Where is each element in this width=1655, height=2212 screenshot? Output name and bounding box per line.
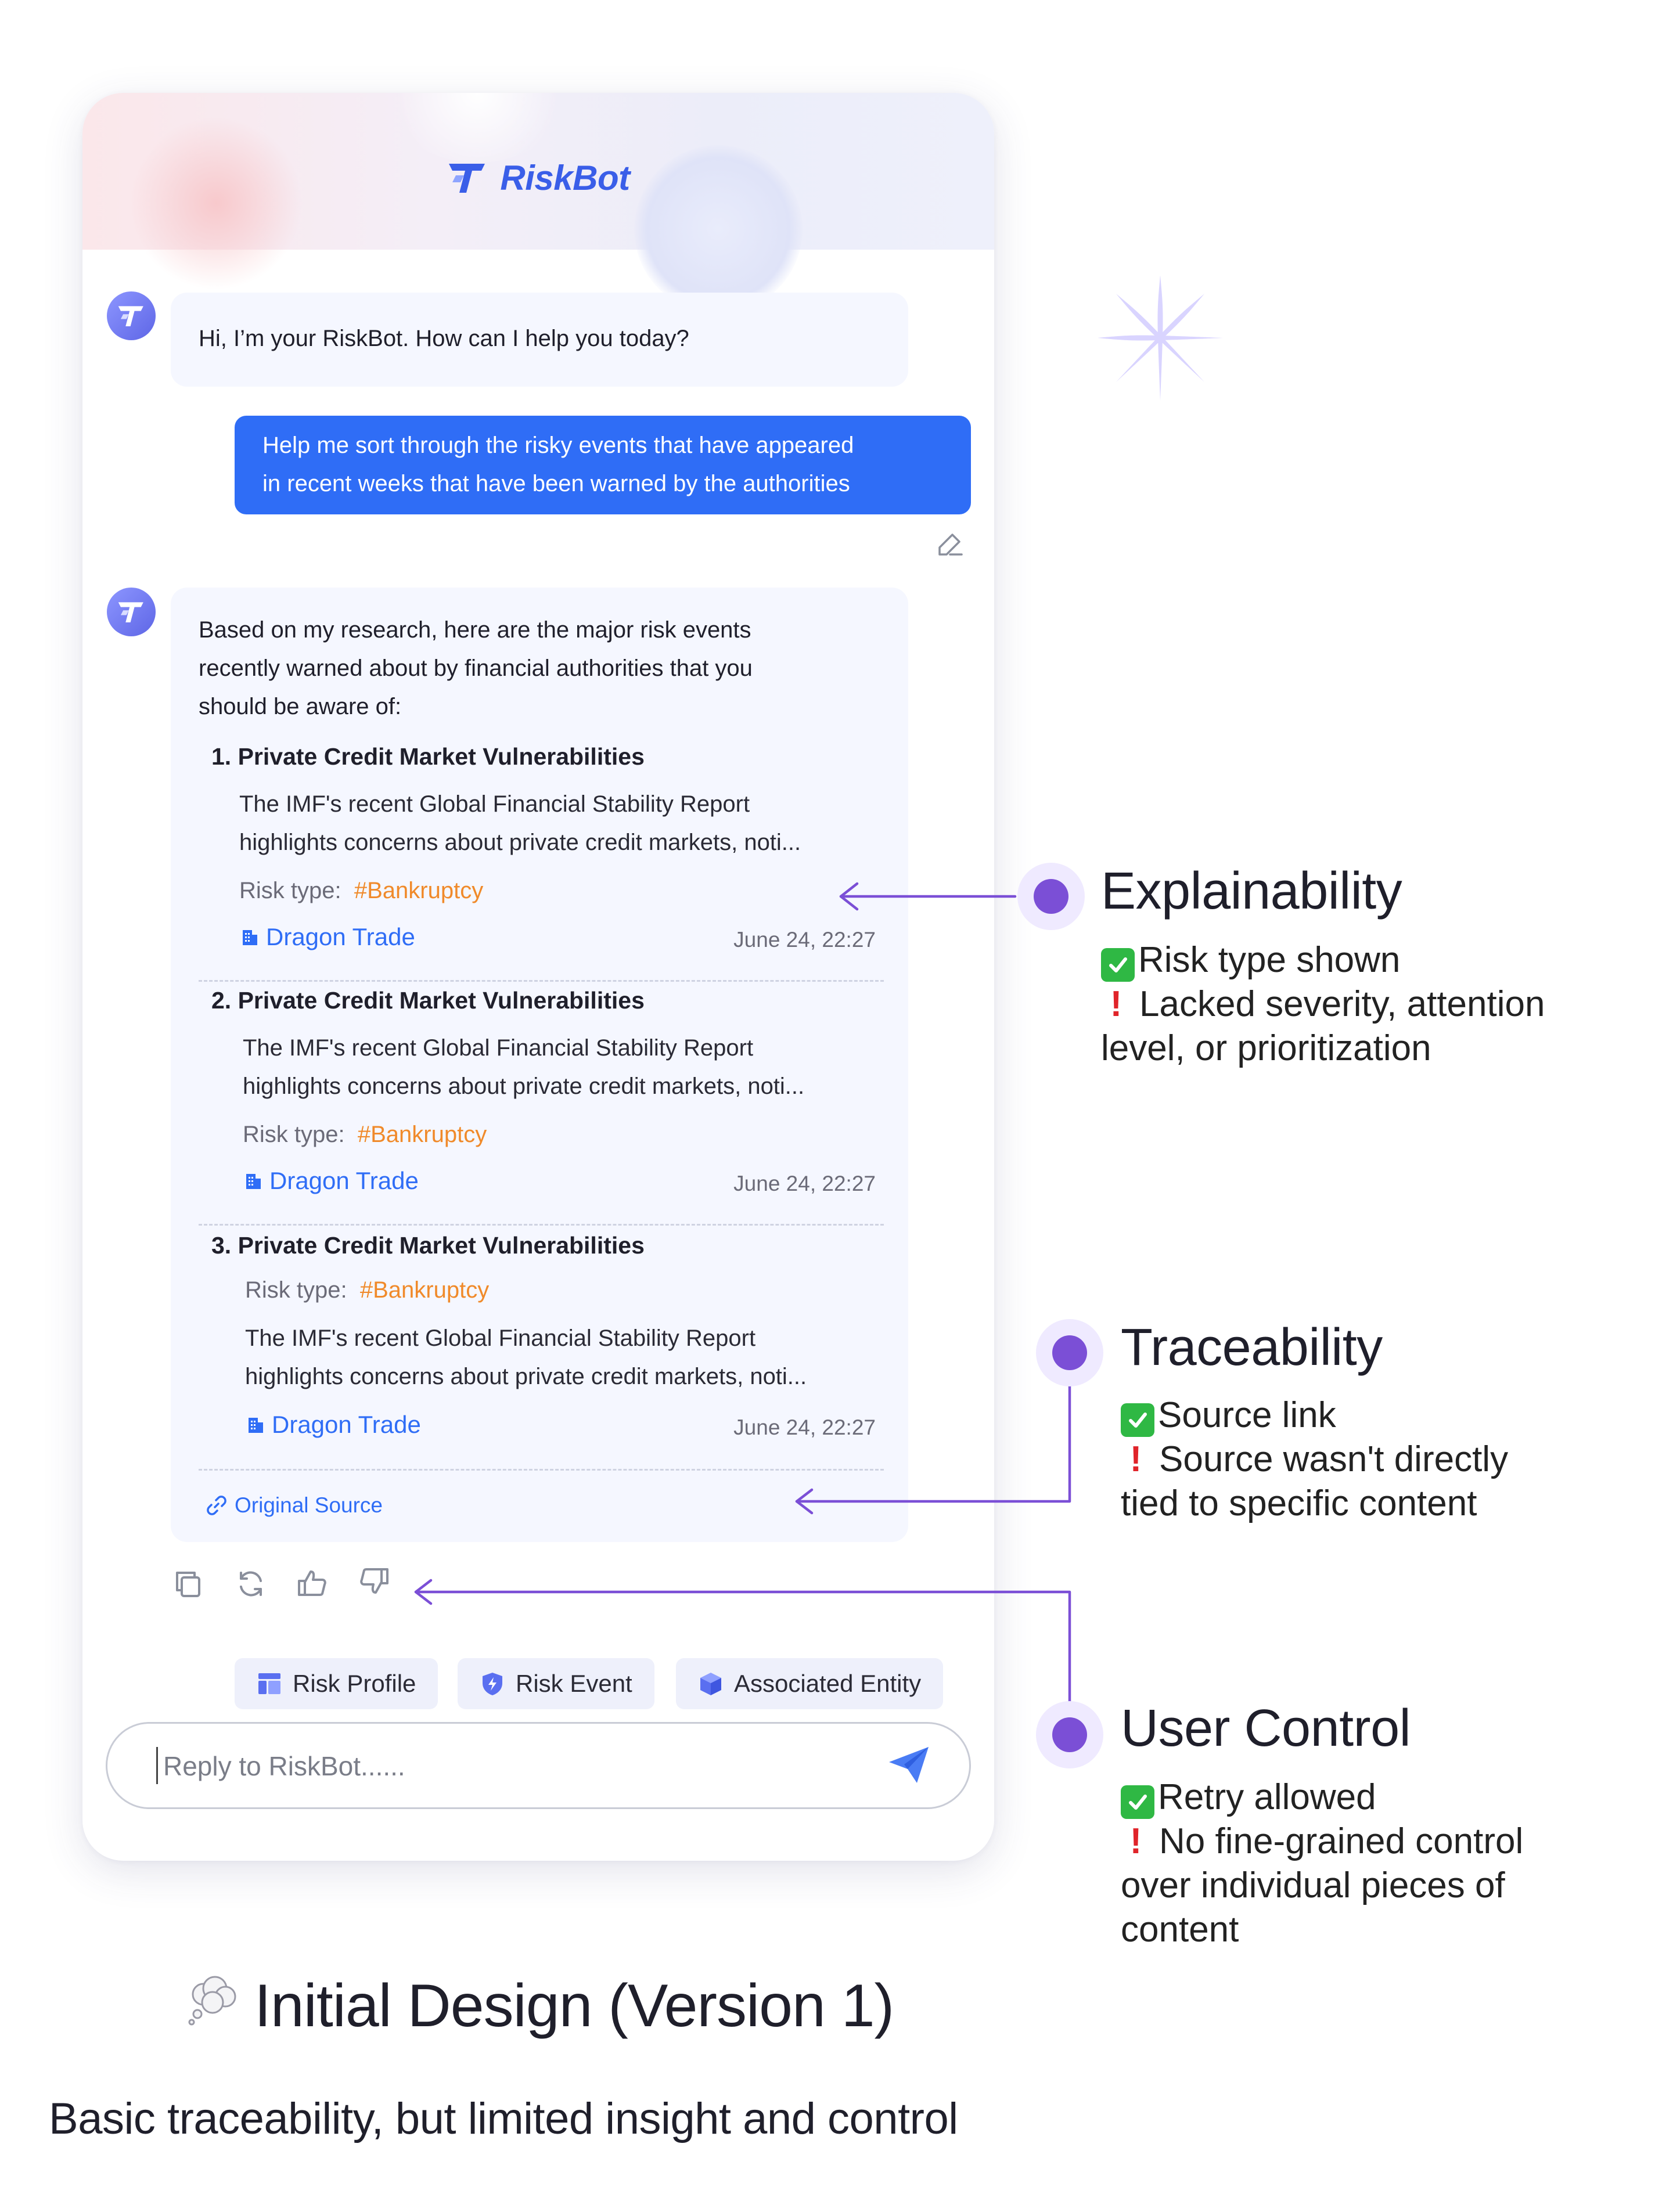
exclamation-icon: ! [1110,984,1122,1024]
annotation-pro: Retry allowed [1121,1775,1523,1820]
annotation-pro-text: Retry allowed [1158,1777,1376,1817]
annotation-pro: Source link [1121,1393,1508,1438]
annotation-dot [1036,1701,1103,1768]
annotation-con-text: Lacked severity, attention [1139,984,1545,1024]
annotation-dot [1036,1319,1103,1386]
annotation-body: Risk type shown ! Lacked severity, attent… [1101,938,1545,1071]
footer-title: Initial Design (Version 1) [254,1972,894,2040]
check-icon [1121,1785,1154,1819]
annotation-con: ! Lacked severity, attention [1101,982,1545,1026]
annotation-body: Retry allowed ! No fine-grained control o… [1121,1775,1523,1952]
annotation-dot [1017,863,1085,930]
annotation-con-text: Source wasn't directly [1159,1439,1509,1479]
annotation-title: Explainability [1101,862,1402,920]
footer-title-row: Initial Design (Version 1) [186,1971,894,2041]
annotation-title: Traceability [1121,1318,1383,1377]
annotation-con-text: level, or prioritization [1101,1028,1431,1068]
exclamation-icon: ! [1129,1439,1142,1479]
annotation-con: ! Source wasn't directly [1121,1438,1508,1482]
annotation-con-text: tied to specific content [1121,1483,1477,1523]
annotation-pro: Risk type shown [1101,938,1545,982]
annotation-con-text: No fine-grained control [1159,1821,1524,1861]
check-icon [1101,948,1135,982]
annotation-title: User Control [1121,1699,1411,1757]
annotation-pro-text: Source link [1158,1395,1336,1435]
annotation-con-text: over individual pieces of [1121,1865,1505,1905]
exclamation-icon: ! [1129,1821,1142,1861]
footer-subtitle: Basic traceability, but limited insight … [49,2094,958,2143]
thought-bubble-icon [186,1971,242,2041]
annotation-con-text: content [1121,1910,1239,1950]
check-icon [1121,1403,1154,1437]
annotation-body: Source link ! Source wasn't directly tied… [1121,1393,1508,1526]
annotation-con: ! No fine-grained control [1121,1820,1524,1864]
annotation-pro-text: Risk type shown [1138,940,1401,980]
